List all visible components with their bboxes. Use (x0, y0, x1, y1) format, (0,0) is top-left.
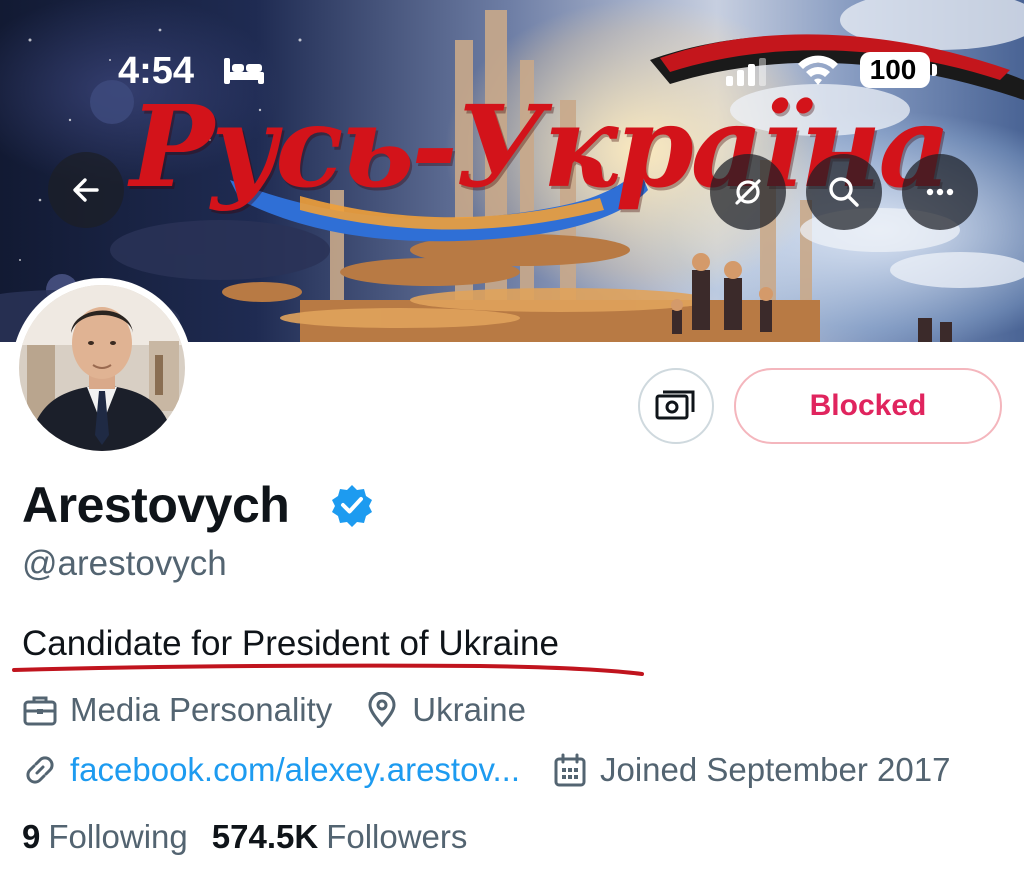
status-time: 4:54 (118, 50, 195, 92)
bio-text: Candidate for President of Ukraine (22, 624, 559, 663)
display-name: Arestovych (22, 477, 290, 533)
blocked-button[interactable]: Blocked (734, 368, 1002, 444)
following-label: Following (48, 818, 188, 855)
battery-level: 100 (869, 54, 917, 85)
money-icon (655, 390, 695, 420)
avatar[interactable] (12, 278, 192, 458)
profile-joined-date: Joined September 2017 (600, 751, 951, 788)
search-icon (829, 177, 859, 207)
profile-location: Ukraine (412, 691, 527, 728)
hide-button[interactable] (710, 154, 786, 230)
back-button[interactable] (48, 152, 124, 228)
hide-icon (735, 179, 761, 205)
avatar-photo (19, 285, 185, 451)
profile-banner[interactable]: Русь-Украïна 4:54 100 (0, 0, 1024, 342)
follow-stats: 9 Following 574.5K Followers (22, 818, 467, 856)
more-button[interactable] (902, 154, 978, 230)
following-count: 9 (22, 818, 41, 855)
followers-count: 574.5K (211, 818, 319, 855)
search-button[interactable] (806, 154, 882, 230)
profile-category: Media Personality (70, 691, 333, 728)
location-pin-icon (368, 692, 396, 728)
back-arrow-icon (73, 178, 99, 202)
verified-badge-icon (332, 485, 372, 527)
signal-icon (726, 58, 766, 86)
profile-meta-row-1: Media Personality Ukraine (22, 688, 526, 732)
status-bar: 4:54 100 (0, 0, 1024, 140)
more-icon (926, 188, 954, 196)
blocked-label: Blocked (809, 389, 927, 422)
calendar-icon (554, 753, 586, 787)
wifi-icon (798, 55, 838, 85)
user-handle: @arestovych (22, 544, 227, 583)
profile-meta-row-2: facebook.com/alexey.arestov... Joined Se… (22, 748, 950, 792)
bed-icon (224, 58, 264, 84)
money-button[interactable] (638, 368, 714, 444)
link-icon (26, 756, 54, 784)
followers-label: Followers (326, 818, 468, 855)
briefcase-icon (23, 696, 57, 726)
followers-link[interactable]: 574.5K Followers (212, 818, 468, 856)
battery-icon: 100 (860, 52, 937, 88)
following-link[interactable]: 9 Following (22, 818, 188, 856)
red-underline-annotation (12, 663, 644, 676)
profile-website-link[interactable]: facebook.com/alexey.arestov... (70, 751, 520, 789)
